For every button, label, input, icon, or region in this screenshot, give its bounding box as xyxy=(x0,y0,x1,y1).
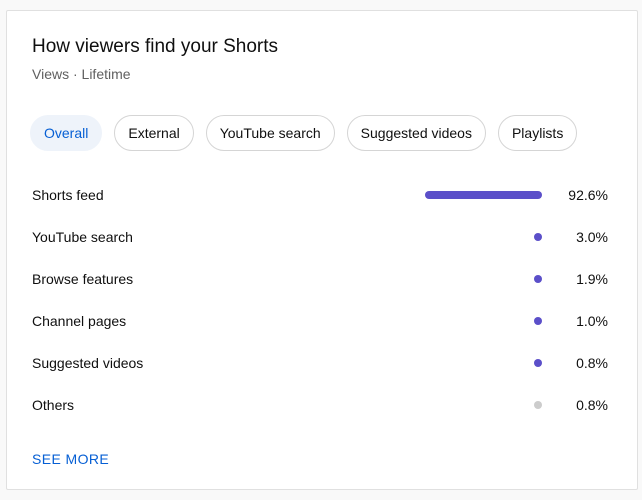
chip-label: Suggested videos xyxy=(360,125,472,141)
source-value: 3.0% xyxy=(576,229,608,245)
list-item: YouTube search 3.0% xyxy=(32,216,608,258)
chip-suggested-videos[interactable]: Suggested videos xyxy=(346,115,486,151)
percentage-bar xyxy=(534,401,542,409)
see-more-link[interactable]: SEE MORE xyxy=(32,451,109,467)
source-value: 0.8% xyxy=(576,397,608,413)
chip-youtube-search[interactable]: YouTube search xyxy=(205,115,335,151)
traffic-source-list: Shorts feed 92.6% YouTube search 3.0% Br… xyxy=(32,174,608,426)
source-label: Browse features xyxy=(32,271,134,287)
list-item: Others 0.8% xyxy=(32,384,608,426)
source-value: 92.6% xyxy=(568,187,608,203)
list-item: Browse features 1.9% xyxy=(32,258,608,300)
chip-playlists[interactable]: Playlists xyxy=(497,115,578,151)
source-label: Channel pages xyxy=(32,313,127,329)
percentage-bar xyxy=(534,233,542,241)
source-label: Suggested videos xyxy=(32,355,144,371)
percentage-bar xyxy=(534,359,542,367)
chip-label: YouTube search xyxy=(219,125,321,141)
chip-overall[interactable]: Overall xyxy=(30,115,103,151)
percentage-bar-track xyxy=(416,359,542,367)
percentage-bar xyxy=(534,275,542,283)
percentage-bar-track xyxy=(416,401,542,409)
list-item: Shorts feed 92.6% xyxy=(32,174,608,216)
percentage-bar-track xyxy=(416,191,542,199)
percentage-bar-track xyxy=(416,233,542,241)
card-subtitle: Views · Lifetime xyxy=(32,66,131,82)
chip-label: Playlists xyxy=(511,125,564,141)
source-value: 1.0% xyxy=(576,313,608,329)
source-value: 1.9% xyxy=(576,271,608,287)
card-title: How viewers find your Shorts xyxy=(32,36,279,57)
source-label: Others xyxy=(32,397,75,413)
chip-external[interactable]: External xyxy=(114,115,194,151)
traffic-sources-card: How viewers find your Shorts Views · Lif… xyxy=(6,10,638,490)
source-value: 0.8% xyxy=(576,355,608,371)
percentage-bar-track xyxy=(416,275,542,283)
chip-label: Overall xyxy=(44,125,89,141)
filter-chips: Overall External YouTube search Suggeste… xyxy=(30,115,578,151)
percentage-bar xyxy=(534,317,542,325)
percentage-bar xyxy=(425,191,542,199)
chip-label: External xyxy=(128,125,180,141)
list-item: Suggested videos 0.8% xyxy=(32,342,608,384)
percentage-bar-track xyxy=(416,317,542,325)
list-item: Channel pages 1.0% xyxy=(32,300,608,342)
source-label: Shorts feed xyxy=(32,187,104,203)
source-label: YouTube search xyxy=(32,229,133,245)
